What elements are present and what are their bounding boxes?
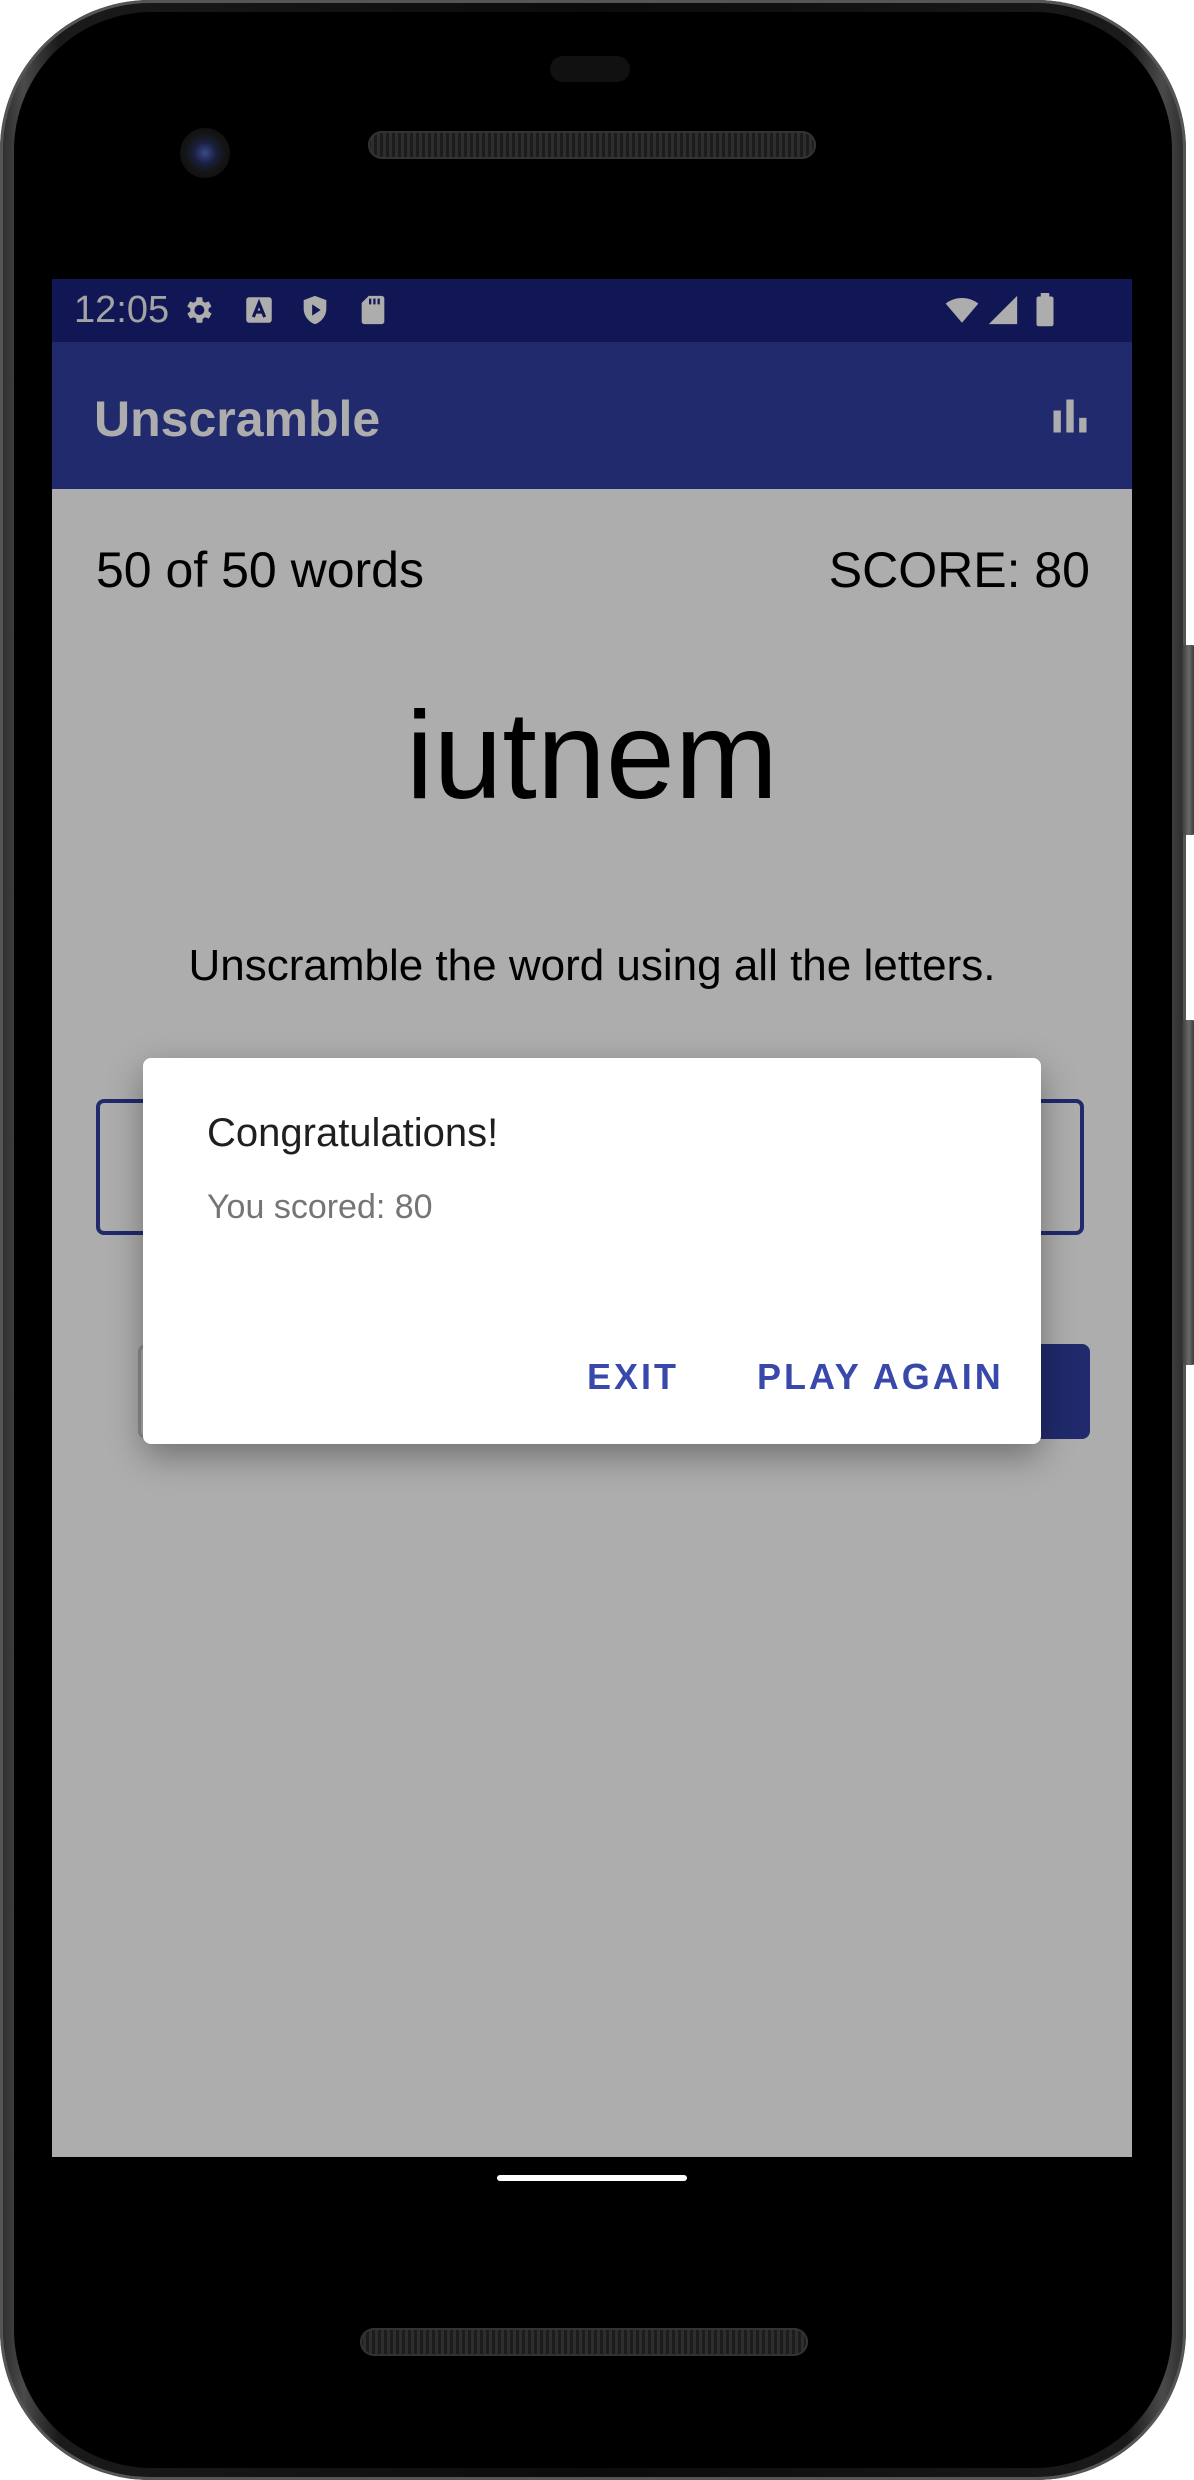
exit-button[interactable]: EXIT	[587, 1356, 679, 1398]
dialog-message: You scored: 80	[207, 1188, 433, 1226]
score-dialog: Congratulations! You scored: 80 EXIT PLA…	[143, 1058, 1041, 1444]
proximity-sensor	[550, 56, 630, 82]
phone-frame: 12:05 Unscramble 50 of 50 words SCORE: 8…	[0, 0, 1194, 2480]
gesture-nav-handle[interactable]	[497, 2175, 687, 2181]
play-again-button[interactable]: PLAY AGAIN	[757, 1356, 1004, 1398]
earpiece-speaker	[368, 131, 816, 159]
volume-button	[1182, 1020, 1194, 1365]
power-button	[1182, 645, 1194, 835]
front-camera-icon	[180, 128, 230, 178]
bottom-speaker	[360, 2328, 808, 2356]
screen: 12:05 Unscramble 50 of 50 words SCORE: 8…	[52, 279, 1132, 2157]
dialog-title: Congratulations!	[207, 1111, 499, 1155]
